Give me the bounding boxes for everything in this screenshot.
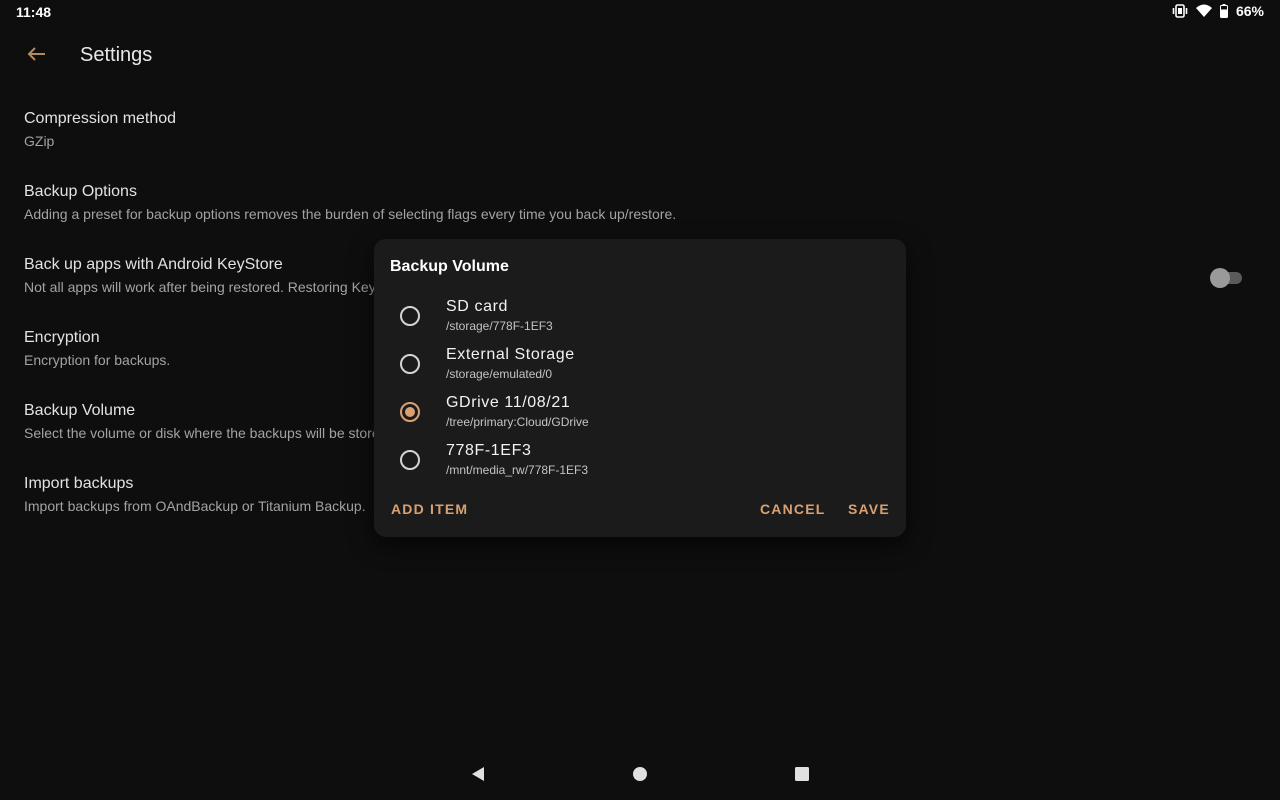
nav-home-button[interactable] [628,764,652,788]
volume-option-external-storage[interactable]: External Storage /storage/emulated/0 [374,340,906,388]
option-name: SD card [446,298,508,315]
settings-screen: 11:48 66% Settings Compression method GZ… [0,0,1280,800]
option-name: External Storage [446,346,575,363]
volume-option-gdrive[interactable]: GDrive 11/08/21 /tree/primary:Cloud/GDri… [374,388,906,436]
option-name: GDrive 11/08/21 [446,394,571,411]
triangle-back-icon [470,766,486,787]
volume-option-778f[interactable]: 778F-1EF3 /mnt/media_rw/778F-1EF3 [374,436,906,484]
backup-volume-dialog: Backup Volume SD card /storage/778F-1EF3… [374,239,906,537]
volume-option-sd-card[interactable]: SD card /storage/778F-1EF3 [374,292,906,340]
dialog-title: Backup Volume [390,258,509,275]
option-path: /mnt/media_rw/778F-1EF3 [446,463,589,477]
option-name: 778F-1EF3 [446,442,532,459]
option-path: /tree/primary:Cloud/GDrive [446,415,589,429]
option-path: /storage/emulated/0 [446,367,553,381]
radio-button[interactable] [400,450,420,470]
radio-button-checked[interactable] [400,402,420,422]
square-recents-icon [794,766,810,787]
cancel-button[interactable]: CANCEL [760,501,826,517]
radio-button[interactable] [400,354,420,374]
nav-back-button[interactable] [466,764,490,788]
option-path: /storage/778F-1EF3 [446,319,553,333]
navigation-bar [0,752,1280,800]
circle-home-icon [632,766,648,787]
radio-button[interactable] [400,306,420,326]
add-item-button[interactable]: ADD ITEM [391,501,468,517]
nav-recents-button[interactable] [790,764,814,788]
save-button[interactable]: SAVE [848,501,890,517]
